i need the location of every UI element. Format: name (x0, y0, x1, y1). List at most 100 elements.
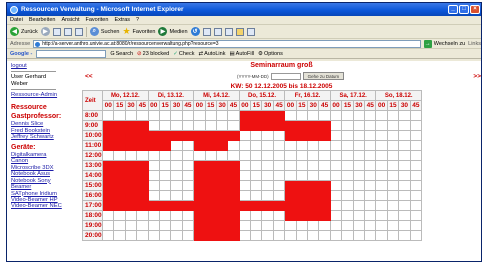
booked-slot[interactable] (250, 120, 263, 131)
booked-slot[interactable] (101, 130, 115, 141)
free-slot[interactable] (181, 210, 195, 221)
free-slot[interactable] (409, 120, 423, 131)
free-slot[interactable] (158, 150, 172, 161)
free-slot[interactable] (101, 110, 115, 121)
free-slot[interactable] (318, 230, 331, 241)
booked-slot[interactable] (295, 190, 309, 201)
address-input[interactable]: http://a-server.anthro.univie.ac.at:8080… (33, 39, 421, 48)
free-slot[interactable] (250, 230, 263, 241)
free-slot[interactable] (363, 110, 377, 121)
free-slot[interactable] (329, 220, 343, 231)
booked-slot[interactable] (124, 160, 138, 171)
free-slot[interactable] (284, 230, 297, 241)
booked-slot[interactable] (124, 180, 138, 191)
home-icon[interactable] (74, 27, 83, 36)
free-slot[interactable] (341, 140, 354, 151)
booked-slot[interactable] (227, 170, 240, 181)
free-slot[interactable] (204, 110, 217, 121)
free-slot[interactable] (307, 110, 320, 121)
booked-slot[interactable] (113, 170, 126, 181)
free-slot[interactable] (170, 150, 183, 161)
booked-slot[interactable] (204, 230, 217, 241)
free-slot[interactable] (386, 210, 400, 221)
free-slot[interactable] (363, 180, 377, 191)
free-slot[interactable] (329, 210, 343, 221)
booked-slot[interactable] (124, 200, 138, 211)
booked-slot[interactable] (215, 160, 229, 171)
free-slot[interactable] (295, 140, 309, 151)
booked-slot[interactable] (124, 130, 138, 141)
booked-slot[interactable] (193, 140, 206, 151)
free-slot[interactable] (363, 160, 377, 171)
booked-slot[interactable] (124, 190, 138, 201)
free-slot[interactable] (238, 180, 252, 191)
booked-slot[interactable] (307, 130, 320, 141)
free-slot[interactable] (136, 110, 149, 121)
free-slot[interactable] (318, 140, 331, 151)
free-slot[interactable] (181, 140, 195, 151)
free-slot[interactable] (398, 230, 411, 241)
menu-bearbeiten[interactable]: Bearbeiten (29, 17, 56, 23)
booked-slot[interactable] (215, 170, 229, 181)
booked-slot[interactable] (284, 130, 297, 141)
free-slot[interactable] (147, 110, 160, 121)
booked-slot[interactable] (136, 120, 149, 131)
free-slot[interactable] (341, 150, 354, 161)
free-slot[interactable] (250, 190, 263, 201)
booked-slot[interactable] (124, 170, 138, 181)
free-slot[interactable] (398, 110, 411, 121)
free-slot[interactable] (341, 180, 354, 191)
free-slot[interactable] (386, 200, 400, 211)
booked-slot[interactable] (181, 200, 195, 211)
free-slot[interactable] (284, 110, 297, 121)
free-slot[interactable] (261, 180, 274, 191)
free-slot[interactable] (261, 220, 274, 231)
booked-slot[interactable] (204, 180, 217, 191)
booked-slot[interactable] (113, 200, 126, 211)
booked-slot[interactable] (318, 130, 331, 141)
booked-slot[interactable] (215, 230, 229, 241)
free-slot[interactable] (238, 130, 252, 141)
booked-slot[interactable] (318, 210, 331, 221)
free-slot[interactable] (181, 150, 195, 161)
free-slot[interactable] (341, 220, 354, 231)
booked-slot[interactable] (124, 140, 138, 151)
booked-slot[interactable] (215, 200, 229, 211)
free-slot[interactable] (398, 150, 411, 161)
free-slot[interactable] (295, 150, 309, 161)
free-slot[interactable] (363, 150, 377, 161)
free-slot[interactable] (341, 200, 354, 211)
free-slot[interactable] (363, 230, 377, 241)
booked-slot[interactable] (318, 120, 331, 131)
booked-slot[interactable] (147, 200, 160, 211)
booked-slot[interactable] (204, 210, 217, 221)
free-slot[interactable] (250, 210, 263, 221)
free-slot[interactable] (101, 210, 115, 221)
free-slot[interactable] (113, 230, 126, 241)
free-slot[interactable] (352, 180, 366, 191)
booked-slot[interactable] (101, 180, 115, 191)
free-slot[interactable] (341, 120, 354, 131)
folder-icon[interactable] (235, 27, 244, 36)
free-slot[interactable] (272, 180, 286, 191)
menu-ansicht[interactable]: Ansicht (61, 17, 79, 23)
free-slot[interactable] (170, 180, 183, 191)
menu-favoriten[interactable]: Favoriten (86, 17, 109, 23)
free-slot[interactable] (113, 110, 126, 121)
free-slot[interactable] (295, 170, 309, 181)
free-slot[interactable] (238, 160, 252, 171)
booked-slot[interactable] (318, 200, 331, 211)
booked-slot[interactable] (250, 200, 263, 211)
free-slot[interactable] (307, 140, 320, 151)
free-slot[interactable] (147, 180, 160, 191)
booked-slot[interactable] (284, 210, 297, 221)
free-slot[interactable] (409, 210, 423, 221)
booked-slot[interactable] (227, 200, 240, 211)
booked-slot[interactable] (284, 180, 297, 191)
free-slot[interactable] (375, 150, 388, 161)
free-slot[interactable] (238, 220, 252, 231)
free-slot[interactable] (398, 180, 411, 191)
booked-slot[interactable] (227, 130, 240, 141)
free-slot[interactable] (261, 140, 274, 151)
booked-slot[interactable] (193, 230, 206, 241)
